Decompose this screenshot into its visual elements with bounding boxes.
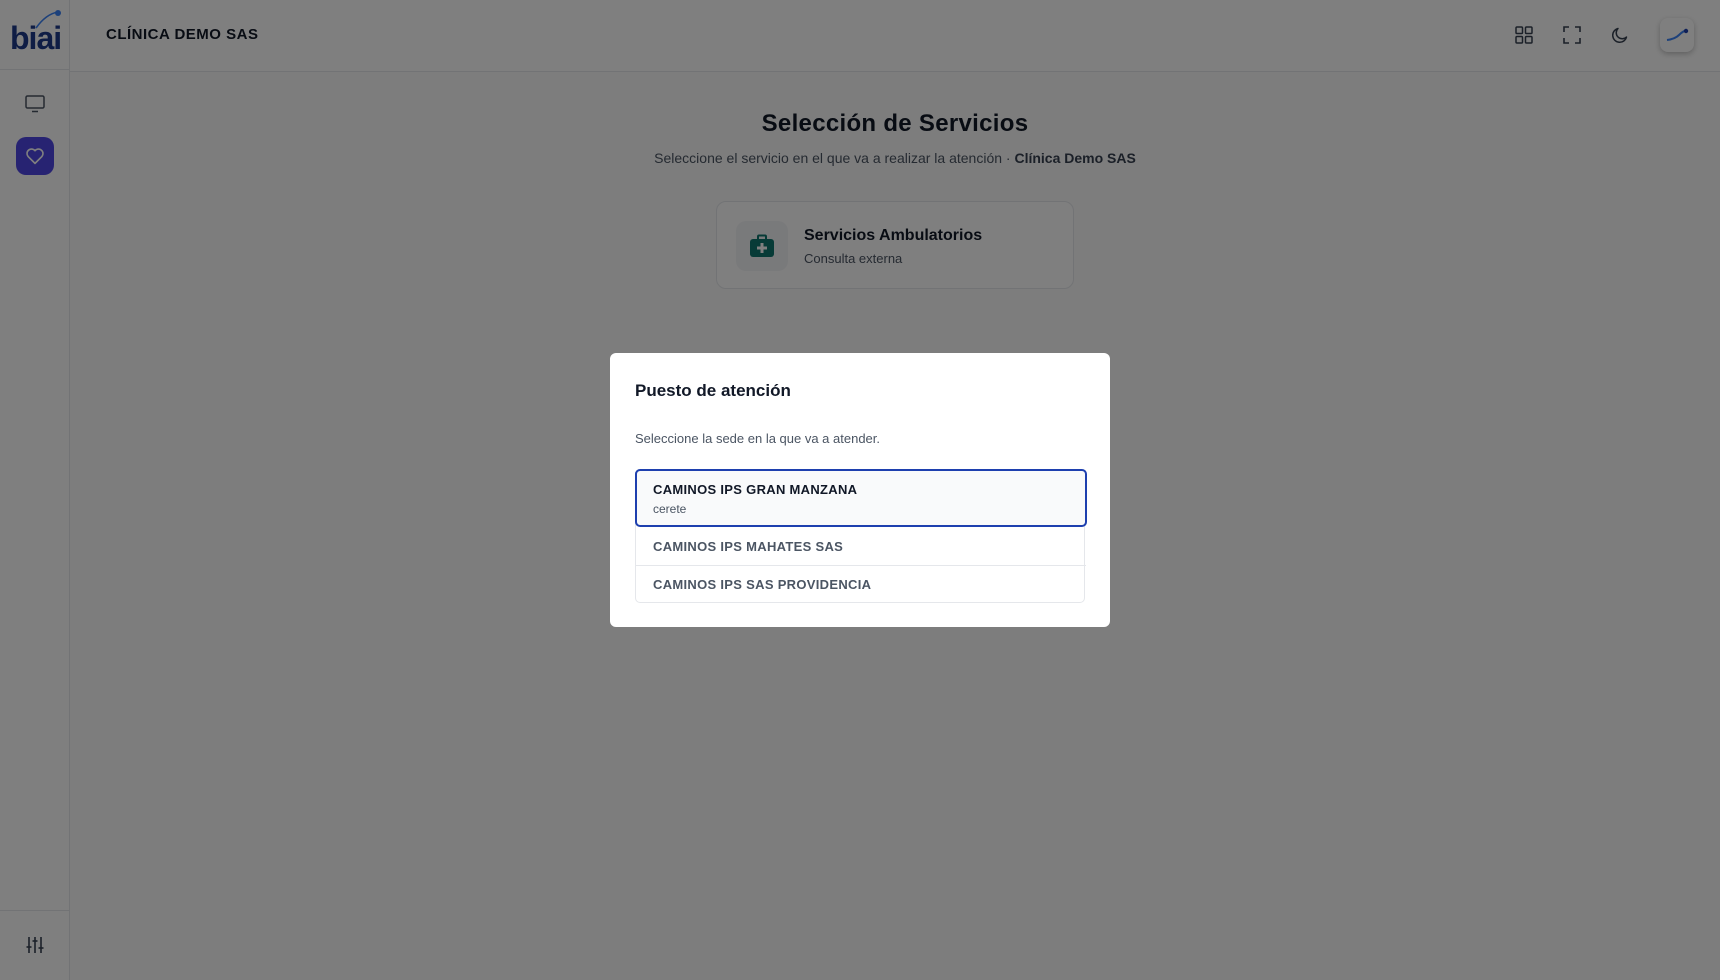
- option-subtitle: cerete: [653, 502, 687, 516]
- modal-title: Puesto de atención: [635, 381, 791, 400]
- modal-description: Seleccione la sede en la que va a atende…: [635, 431, 881, 446]
- option-name: CAMINOS IPS GRAN MANZANA: [653, 482, 858, 497]
- option-name: CAMINOS IPS SAS PROVIDENCIA: [653, 577, 872, 592]
- location-option[interactable]: CAMINOS IPS MAHATES SAS: [636, 528, 1086, 566]
- location-option-list: CAMINOS IPS GRAN MANZANA cerete CAMINOS …: [635, 469, 1087, 603]
- location-option-selected[interactable]: CAMINOS IPS GRAN MANZANA cerete: [635, 469, 1087, 527]
- app-root: biai CLÍNICA DEM: [0, 0, 1720, 980]
- location-modal: Puesto de atención Seleccione la sede en…: [610, 353, 1110, 627]
- location-option[interactable]: CAMINOS IPS SAS PROVIDENCIA: [636, 566, 1086, 603]
- option-name: CAMINOS IPS MAHATES SAS: [653, 539, 844, 554]
